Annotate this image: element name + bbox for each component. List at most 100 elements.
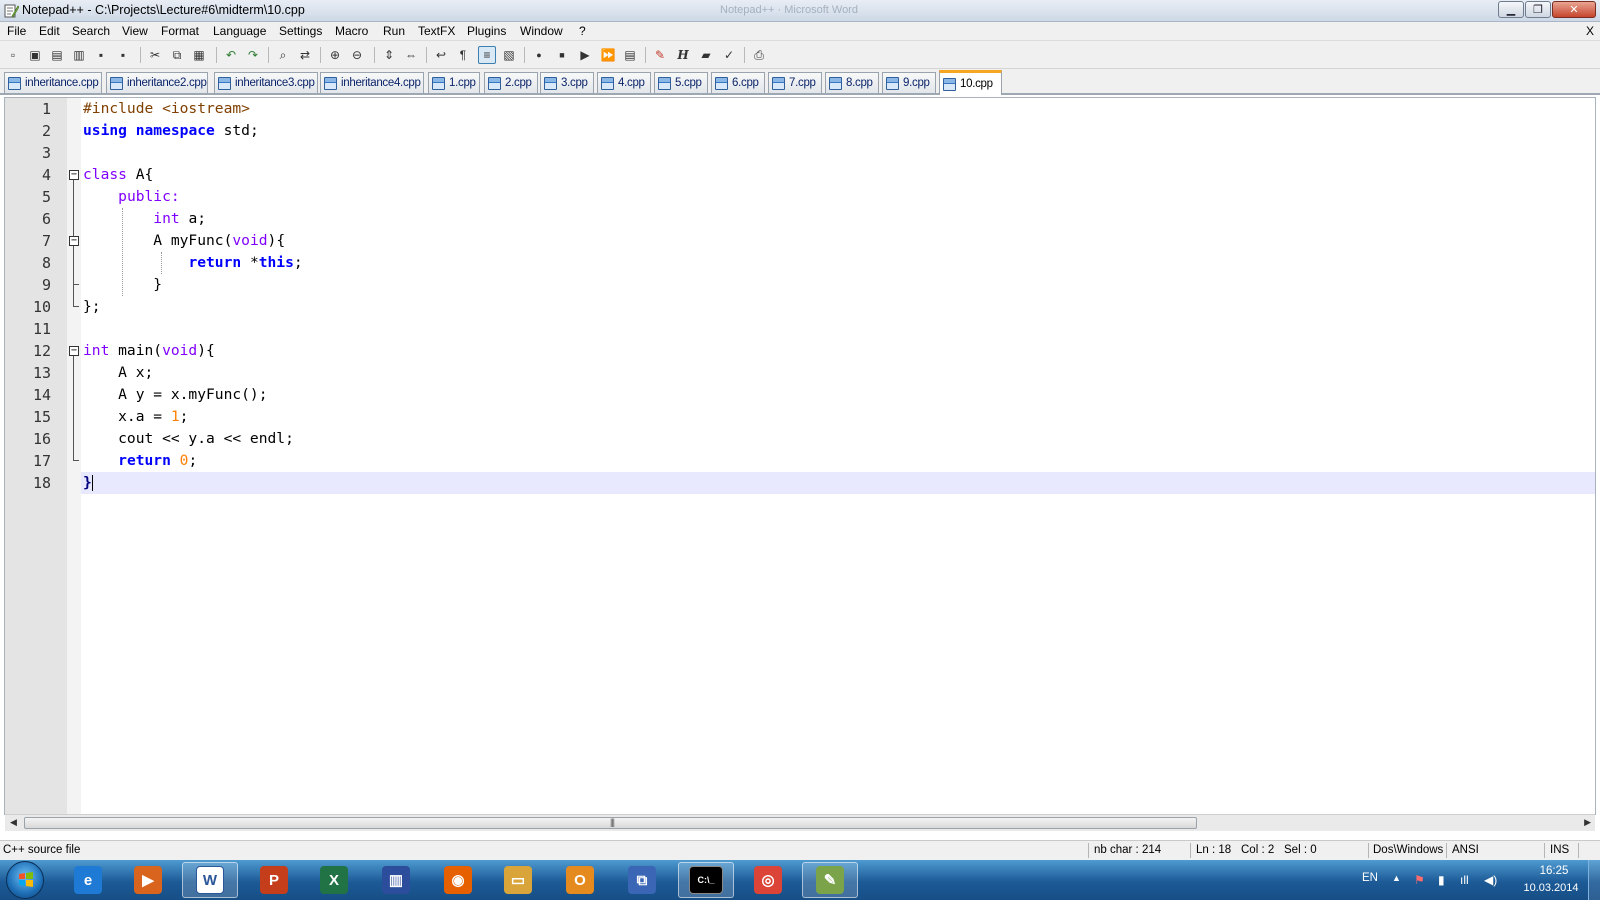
- save-all-button[interactable]: ▥: [70, 46, 88, 64]
- fold-margin[interactable]: [67, 98, 81, 814]
- minimize-button[interactable]: ▁: [1498, 1, 1524, 18]
- user-lang-button[interactable]: ▧: [500, 46, 518, 64]
- new-button[interactable]: ▫: [4, 46, 22, 64]
- tab-inheritance-cpp[interactable]: inheritance.cpp: [4, 72, 102, 93]
- close-button[interactable]: ▪: [92, 46, 110, 64]
- menu-macro[interactable]: Macro: [335, 24, 368, 38]
- sync-v-button[interactable]: ⇕: [380, 46, 398, 64]
- show-hidden-icons-icon[interactable]: ▲: [1392, 873, 1401, 883]
- cut-button[interactable]: ✂: [146, 46, 164, 64]
- taskbar-powerpoint-button[interactable]: P: [246, 862, 302, 898]
- play-macro-button[interactable]: ▶: [576, 46, 594, 64]
- clock-time[interactable]: 16:25: [1524, 865, 1584, 877]
- taskbar-chrome-button[interactable]: ◎: [740, 862, 796, 898]
- code-line[interactable]: #include <iostream>: [83, 98, 250, 120]
- zoom-out-button[interactable]: ⊖: [348, 46, 366, 64]
- menu-format[interactable]: Format: [161, 24, 199, 38]
- clock-date[interactable]: 10.03.2014: [1516, 882, 1586, 894]
- zoom-in-button[interactable]: ⊕: [326, 46, 344, 64]
- open-button[interactable]: ▣: [26, 46, 44, 64]
- network-signal-icon[interactable]: ıll: [1460, 873, 1469, 887]
- menu-settings[interactable]: Settings: [279, 24, 322, 38]
- taskbar-visual-studio-button[interactable]: ⧉: [614, 862, 670, 898]
- scroll-right-arrow-icon[interactable]: ▶: [1584, 817, 1591, 828]
- code-line[interactable]: class A{: [83, 164, 153, 186]
- code-line[interactable]: using namespace std;: [83, 120, 259, 142]
- undo-button[interactable]: ↶: [222, 46, 240, 64]
- tab-inheritance2-cpp[interactable]: inheritance2.cpp: [106, 72, 208, 93]
- tab-1-cpp[interactable]: 1.cpp: [428, 72, 480, 93]
- spellcheck-button[interactable]: ✓: [720, 46, 738, 64]
- save-macro-button[interactable]: ▤: [621, 46, 639, 64]
- volume-icon[interactable]: ◀): [1484, 873, 1497, 887]
- tab-inheritance4-cpp[interactable]: inheritance4.cpp: [320, 72, 424, 93]
- print-button[interactable]: ⎙: [750, 46, 768, 64]
- record-macro-button[interactable]: ●: [530, 46, 548, 64]
- close-document-button[interactable]: X: [1586, 24, 1594, 38]
- taskbar-word-button[interactable]: W: [182, 862, 238, 898]
- taskbar-excel-button[interactable]: X: [306, 862, 362, 898]
- taskbar-notepad-plus-plus-button[interactable]: ✎: [802, 862, 858, 898]
- indent-guide-button[interactable]: ≡: [478, 46, 496, 64]
- tab-7-cpp[interactable]: 7.cpp: [768, 72, 822, 93]
- show-all-chars-button[interactable]: ¶: [454, 46, 472, 64]
- code-line[interactable]: cout << y.a << endl;: [83, 428, 294, 450]
- folder-button[interactable]: ▰: [697, 46, 715, 64]
- taskbar-media-player-button[interactable]: ▶: [120, 862, 176, 898]
- tab-2-cpp[interactable]: 2.cpp: [484, 72, 538, 93]
- tab-8-cpp[interactable]: 8.cpp: [825, 72, 879, 93]
- tab-6-cpp[interactable]: 6.cpp: [711, 72, 765, 93]
- tab-5-cpp[interactable]: 5.cpp: [654, 72, 708, 93]
- menu-window[interactable]: Window: [520, 24, 563, 38]
- code-line[interactable]: A y = x.myFunc();: [83, 384, 267, 406]
- html-button[interactable]: H: [674, 46, 692, 64]
- tab-10-cpp[interactable]: 10.cpp: [939, 70, 1002, 95]
- horizontal-scrollbar[interactable]: ◀ ||| ▶: [5, 814, 1595, 831]
- action-center-icon[interactable]: ⚑: [1414, 873, 1425, 887]
- run-multiple-button[interactable]: ⏩: [599, 46, 617, 64]
- sync-h-button[interactable]: ⇔: [402, 46, 420, 64]
- taskbar-internet-explorer-button[interactable]: e: [60, 862, 116, 898]
- menu-language[interactable]: Language: [213, 24, 266, 38]
- menu-edit[interactable]: Edit: [39, 24, 60, 38]
- menu-run[interactable]: Run: [383, 24, 405, 38]
- redo-button[interactable]: ↷: [244, 46, 262, 64]
- taskbar-firefox-button[interactable]: ◉: [430, 862, 486, 898]
- replace-button[interactable]: ⇄: [296, 46, 314, 64]
- menu-search[interactable]: Search: [72, 24, 110, 38]
- menu-plugins[interactable]: Plugins: [467, 24, 506, 38]
- code-line[interactable]: return *this;: [83, 252, 302, 274]
- start-button[interactable]: [6, 861, 44, 899]
- code-line[interactable]: A x;: [83, 362, 153, 384]
- fold-toggle-icon[interactable]: −: [69, 170, 79, 180]
- code-line[interactable]: x.a = 1;: [83, 406, 188, 428]
- language-indicator[interactable]: EN: [1362, 872, 1378, 884]
- fold-toggle-icon[interactable]: −: [69, 236, 79, 246]
- find-button[interactable]: ⌕: [274, 46, 292, 64]
- code-line[interactable]: int a;: [83, 208, 206, 230]
- tab-9-cpp[interactable]: 9.cpp: [882, 72, 936, 93]
- tab-inheritance3-cpp[interactable]: inheritance3.cpp: [214, 72, 318, 93]
- editor-area[interactable]: 1 2 3 4 5 6 7 8 9 10 11 12 13 14 15 16 17 18 #include <io…: [4, 97, 1596, 815]
- fold-toggle-icon[interactable]: −: [69, 346, 79, 356]
- save-button[interactable]: ▤: [48, 46, 66, 64]
- scrollbar-thumb[interactable]: |||: [24, 817, 1197, 829]
- taskbar-cmd-button[interactable]: C:\_: [678, 862, 734, 898]
- code-line[interactable]: public:: [83, 186, 180, 208]
- menu-view[interactable]: View: [122, 24, 148, 38]
- code-line[interactable]: }: [83, 472, 93, 494]
- paste-button[interactable]: ▦: [190, 46, 208, 64]
- pdf-button[interactable]: ✎: [651, 46, 669, 64]
- show-desktop-button[interactable]: [1588, 860, 1600, 900]
- stop-record-button[interactable]: ■: [553, 46, 571, 64]
- battery-icon[interactable]: ▮: [1438, 873, 1445, 887]
- menu-file[interactable]: File: [7, 24, 26, 38]
- code-line[interactable]: return 0;: [83, 450, 197, 472]
- tab-4-cpp[interactable]: 4.cpp: [597, 72, 651, 93]
- close-all-button[interactable]: ▪: [114, 46, 132, 64]
- menu-textfx[interactable]: TextFX: [418, 24, 455, 38]
- taskbar-outlook-button[interactable]: O: [552, 862, 608, 898]
- maximize-button[interactable]: ❐: [1525, 1, 1551, 18]
- close-window-button[interactable]: ✕: [1552, 1, 1596, 18]
- code-line[interactable]: A myFunc(void){: [83, 230, 285, 252]
